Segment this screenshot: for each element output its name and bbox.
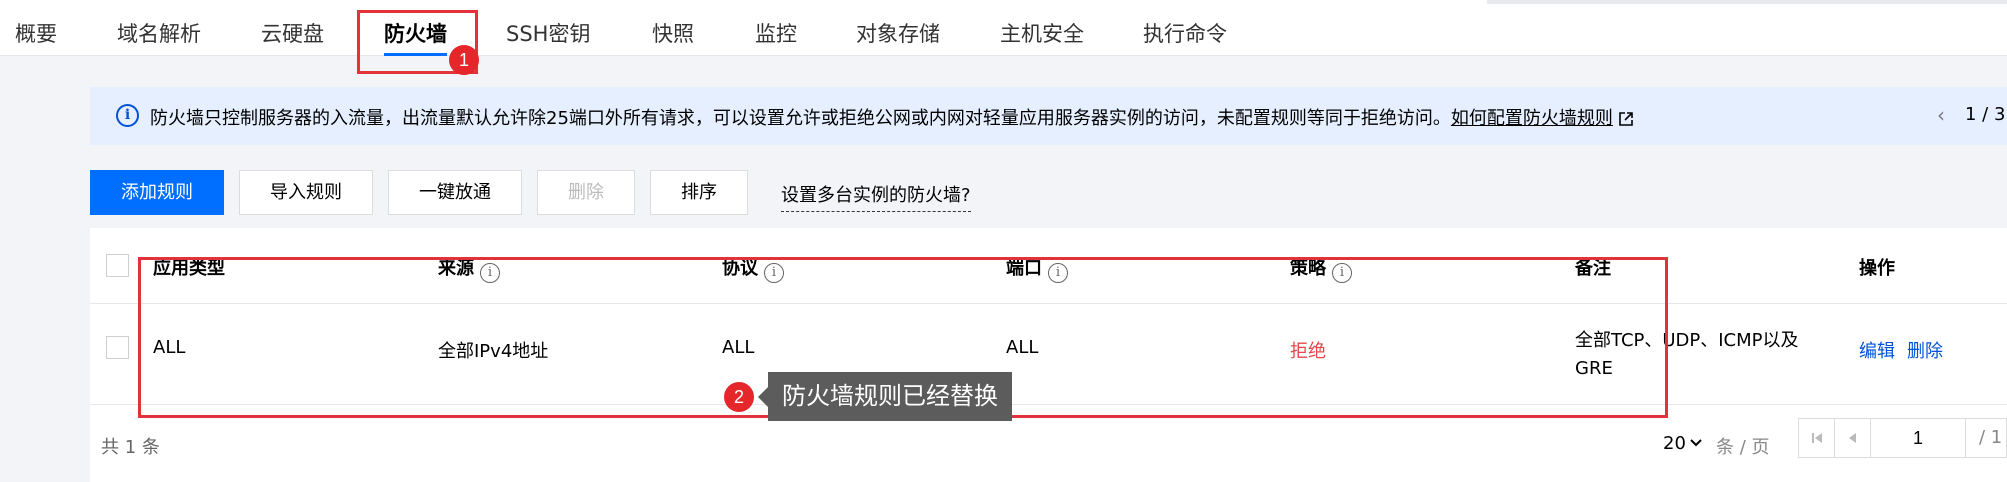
multi-instance-firewall-link[interactable]: 设置多台实例的防火墙?: [781, 181, 971, 212]
add-rule-button[interactable]: 添加规则: [90, 170, 224, 215]
notice-pager: 1 / 3: [1965, 104, 2006, 125]
total-pages: / 1: [1979, 427, 2003, 448]
page-size-value: 20: [1663, 433, 1686, 454]
import-rules-button[interactable]: 导入规则: [239, 170, 373, 215]
per-page-label: 条 / 页: [1716, 437, 1770, 458]
page-size-select[interactable]: 20: [1663, 433, 1702, 454]
allow-all-button[interactable]: 一键放通: [388, 170, 522, 215]
tab-bar: 概要 域名解析 云硬盘 防火墙 SSH密钥 快照 监控 对象存储 主机安全 执行…: [0, 0, 2007, 56]
tab-cloud-disk[interactable]: 云硬盘: [261, 0, 324, 56]
tab-ssh-keys[interactable]: SSH密钥: [506, 0, 590, 56]
tab-dns[interactable]: 域名解析: [117, 0, 201, 56]
chevron-left-icon[interactable]: ‹: [1937, 103, 1945, 127]
tab-overview[interactable]: 概要: [15, 0, 57, 56]
annotation-tooltip: 防火墙规则已经替换: [758, 372, 1012, 421]
delete-button[interactable]: 删除: [537, 170, 635, 215]
notice-banner: i 防火墙只控制服务器的入流量，出流量默认允许除25端口外所有请求，可以设置允许…: [90, 87, 2007, 145]
edit-rule-link[interactable]: 编辑: [1859, 337, 1895, 363]
total-count: 共 1 条: [101, 437, 160, 458]
top-right-strip: [1487, 0, 2007, 4]
tab-object-storage[interactable]: 对象存储: [856, 0, 940, 56]
sort-button[interactable]: 排序: [650, 170, 748, 215]
annotation-badge-2: 2: [724, 382, 754, 412]
tab-host-security[interactable]: 主机安全: [1000, 0, 1084, 56]
page-number-input[interactable]: [1871, 419, 1966, 457]
row-checkbox[interactable]: [106, 336, 129, 359]
prev-page-icon: [1849, 433, 1856, 443]
select-all-checkbox[interactable]: [106, 254, 129, 277]
first-page-button[interactable]: [1799, 419, 1835, 457]
chevron-down-icon: [1690, 439, 1702, 447]
tab-run-command[interactable]: 执行命令: [1143, 0, 1227, 56]
delete-rule-link[interactable]: 删除: [1907, 337, 1943, 363]
pagination: / 1: [1798, 418, 2007, 458]
header-action: 操作: [1859, 258, 1895, 279]
notice-text: 防火墙只控制服务器的入流量，出流量默认允许除25端口外所有请求，可以设置允许或拒…: [150, 104, 1633, 130]
tab-snapshots[interactable]: 快照: [652, 0, 694, 56]
first-page-icon: [1812, 433, 1822, 443]
annotation-badge-1: 1: [449, 45, 479, 75]
info-icon: i: [116, 104, 139, 127]
external-link-icon[interactable]: [1619, 112, 1633, 126]
prev-page-button[interactable]: [1835, 419, 1871, 457]
notice-message: 防火墙只控制服务器的入流量，出流量默认允许除25端口外所有请求，可以设置允许或拒…: [150, 108, 1451, 129]
firewall-help-link[interactable]: 如何配置防火墙规则: [1451, 108, 1613, 129]
tab-monitoring[interactable]: 监控: [755, 0, 797, 56]
